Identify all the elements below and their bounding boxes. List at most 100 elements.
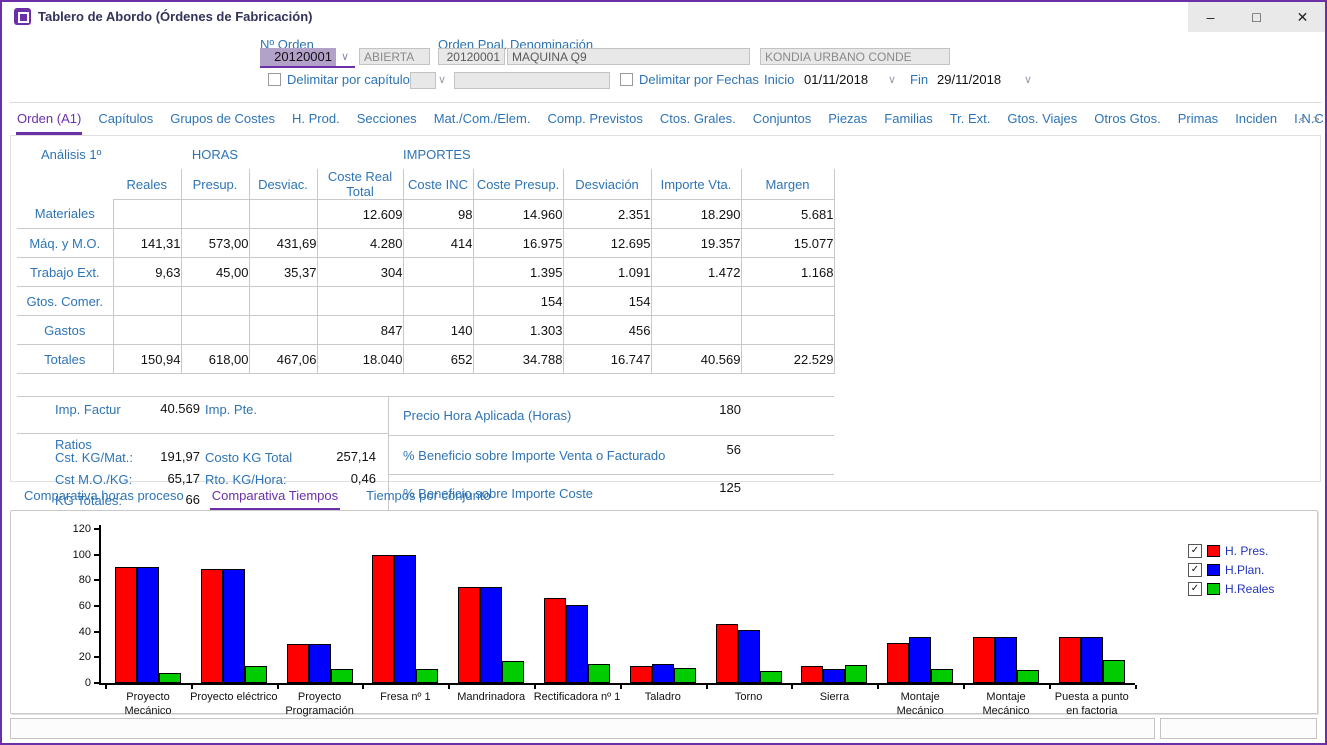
tab-orden-a1-[interactable]: Orden (A1) [16, 109, 82, 135]
close-button[interactable]: ✕ [1280, 2, 1325, 32]
imp-pte-label: Imp. Pte. [205, 402, 257, 417]
legend-checkbox-h-reales[interactable]: ✓ [1188, 582, 1202, 596]
legend-swatch [1207, 564, 1220, 576]
bar-h-plan- [995, 637, 1017, 683]
y-axis-tick-label: 0 [57, 677, 91, 689]
table-row: Gastos8471401.303456 [17, 316, 834, 345]
bar-h-pres- [630, 666, 652, 683]
tabs-scroll-right[interactable]: > [1313, 114, 1319, 126]
tab-cap-tulos[interactable]: Capítulos [97, 109, 154, 135]
tab-secciones[interactable]: Secciones [356, 109, 418, 135]
beneficio-venta-label: % Beneficio sobre Importe Venta o Factur… [403, 448, 665, 463]
group-horas: HORAS [113, 140, 317, 169]
cell-value: 1.472 [651, 258, 741, 287]
cell-value: 16.975 [473, 229, 563, 258]
subtab-comparativa-tiempos[interactable]: Comparativa Tiempos [210, 486, 340, 511]
app-window: Tablero de Abordo (Órdenes de Fabricació… [0, 0, 1327, 745]
cell-value: 456 [563, 316, 651, 345]
x-axis-category-label: Taladro [619, 691, 707, 705]
main-tabs: Orden (A1) Capítulos Grupos de Costes H. Pr… [16, 109, 1286, 135]
tabs-scroll-left[interactable]: < [1299, 114, 1305, 126]
cell-value: 847 [317, 316, 403, 345]
cell-value: 2.351 [563, 200, 651, 229]
subtab-tiempos-por-conjunto[interactable]: Tiempos por conjunto [364, 486, 493, 511]
y-axis-tick-label: 80 [57, 574, 91, 586]
x-axis-category-label: Proyecto Mecánico [104, 691, 192, 719]
tab-ctos-grales-[interactable]: Ctos. Grales. [659, 109, 737, 135]
column-header: Desviac. [249, 169, 317, 200]
subtab-comparativa-horas-proceso[interactable]: Comparativa horas proceso [22, 486, 186, 511]
bar-h-pres- [801, 666, 823, 683]
bar-h-reales [760, 671, 782, 683]
bar-h-pres- [372, 555, 394, 683]
tab-mat-com-elem-[interactable]: Mat./Com./Elem. [433, 109, 532, 135]
window-title: Tablero de Abordo (Órdenes de Fabricació… [38, 9, 313, 24]
cell-value: 1.091 [563, 258, 651, 287]
tab-inciden[interactable]: Inciden [1234, 109, 1278, 135]
x-axis-tick-mark [191, 685, 193, 689]
x-axis-tick-mark [963, 685, 965, 689]
cell-value: 141,31 [113, 229, 181, 258]
tab-conjuntos[interactable]: Conjuntos [752, 109, 813, 135]
tab-comp-previstos[interactable]: Comp. Previstos [546, 109, 643, 135]
table-row: Gtos. Comer.154154 [17, 287, 834, 316]
bar-h-reales [1103, 660, 1125, 683]
y-axis-tick-label: 60 [57, 600, 91, 612]
cell-value [249, 316, 317, 345]
cell-value: 154 [563, 287, 651, 316]
cell-value: 467,06 [249, 345, 317, 374]
bar-h-pres- [115, 567, 137, 683]
x-axis-category-label: Torno [705, 691, 793, 705]
column-header: Coste Real Total [317, 169, 403, 200]
cell-value: 431,69 [249, 229, 317, 258]
delimitar-capitulo-checkbox[interactable] [268, 73, 281, 86]
tab-gtos-viajes[interactable]: Gtos. Viajes [1006, 109, 1078, 135]
fin-chevron-icon[interactable]: ∨ [1024, 72, 1032, 88]
header-separator [10, 102, 1321, 103]
x-axis-tick-mark [448, 685, 450, 689]
precio-hora-label: Precio Hora Aplicada (Horas) [403, 408, 571, 423]
x-axis-tick-mark [277, 685, 279, 689]
tab-otros-gtos-[interactable]: Otros Gtos. [1093, 109, 1161, 135]
summary-top-line [17, 396, 834, 397]
x-axis-category-label: Puesta a punto en factoria [1048, 691, 1136, 719]
y-axis-tick-label: 120 [57, 523, 91, 535]
cell-value: 40.569 [651, 345, 741, 374]
tab-h-prod-[interactable]: H. Prod. [291, 109, 341, 135]
tab-primas[interactable]: Primas [1177, 109, 1219, 135]
tab-familias[interactable]: Familias [883, 109, 933, 135]
no-orden-chevron-icon[interactable]: ∨ [336, 48, 354, 66]
delimitar-fechas-checkbox[interactable] [620, 73, 633, 86]
cell-value: 98 [403, 200, 473, 229]
tab-tr-ext-[interactable]: Tr. Ext. [949, 109, 992, 135]
cst-kg-mat-value: 191,97 [110, 449, 200, 464]
inicio-date-field[interactable]: 01/11/2018 [804, 72, 868, 87]
group-importes: IMPORTES [317, 140, 834, 169]
no-orden-combo[interactable]: 20120001 [260, 48, 336, 66]
capitulo-combo[interactable] [410, 72, 436, 89]
status-bar-right [1160, 718, 1317, 739]
tab-piezas[interactable]: Piezas [827, 109, 868, 135]
capitulo-chevron-icon[interactable]: ∨ [438, 72, 446, 88]
inicio-chevron-icon[interactable]: ∨ [888, 72, 896, 88]
bar-h-reales [159, 673, 181, 683]
summary-left-line [17, 433, 388, 434]
tab-grupos-de-costes[interactable]: Grupos de Costes [169, 109, 276, 135]
cell-value [741, 316, 834, 345]
legend-checkbox-h-plan-[interactable]: ✓ [1188, 563, 1202, 577]
fin-date-field[interactable]: 29/11/2018 [937, 72, 1001, 87]
summary-right-line-2 [388, 474, 834, 475]
delimitar-capitulo-label: Delimitar por capítulo [287, 72, 410, 87]
x-axis-tick-mark [877, 685, 879, 689]
legend-label: H.Plan. [1225, 563, 1264, 577]
cell-value [249, 287, 317, 316]
bar-h-pres- [458, 587, 480, 683]
bar-h-reales [931, 669, 953, 683]
legend-row: ✓H. Pres. [1188, 541, 1274, 560]
minimize-button[interactable]: – [1188, 2, 1233, 32]
legend-checkbox-h-pres-[interactable]: ✓ [1188, 544, 1202, 558]
analysis-table: Análisis 1ºHORASIMPORTESRealesPresup.Des… [17, 140, 835, 374]
maximize-button[interactable]: □ [1234, 2, 1279, 32]
bar-h-reales [245, 666, 267, 683]
cell-value [651, 316, 741, 345]
